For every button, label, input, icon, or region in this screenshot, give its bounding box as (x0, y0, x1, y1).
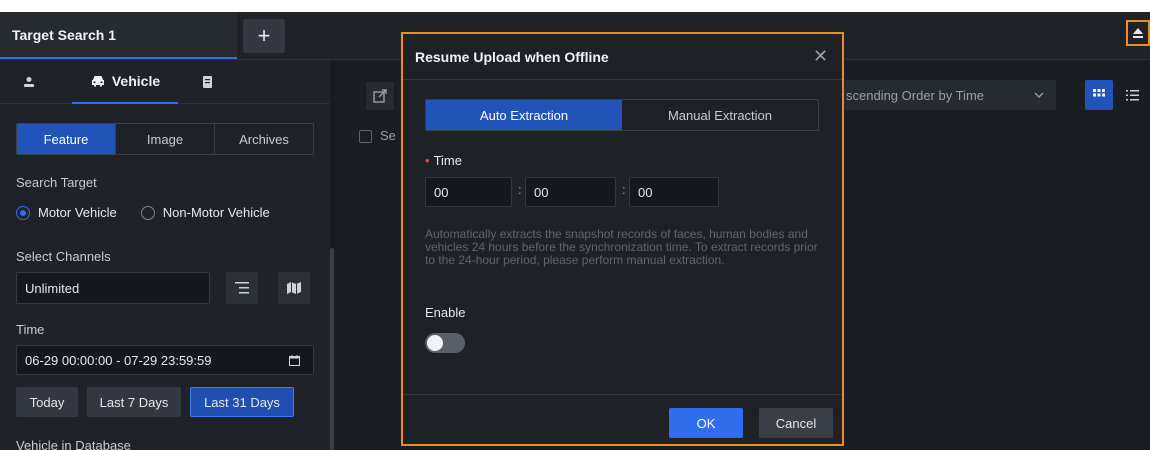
close-icon[interactable]: ✕ (813, 46, 828, 67)
auto-extraction-tab[interactable]: Auto Extraction (426, 100, 622, 130)
time-colon-2: : (622, 182, 626, 197)
select-channels-label: Select Channels (16, 249, 111, 264)
dialog-time-label-row: • Time (425, 153, 462, 168)
sidebar: Vehicle Feature Image Archives Search Ta… (0, 60, 330, 450)
app-window: Target Search 1 + Vehicle Feature Image … (0, 0, 1150, 450)
seconds-input[interactable]: 00 (629, 177, 719, 207)
tab-other[interactable] (194, 60, 220, 104)
export-icon[interactable] (366, 82, 394, 110)
seconds-value: 00 (638, 184, 653, 200)
sort-order-select[interactable]: scending Order by Time (836, 80, 1056, 110)
today-button[interactable]: Today (16, 387, 78, 417)
resume-upload-dialog: Resume Upload when Offline ✕ Auto Extrac… (401, 32, 844, 446)
extraction-mode-switch: Auto Extraction Manual Extraction (425, 99, 819, 131)
channel-map-button[interactable] (278, 272, 310, 304)
sort-order-value: scending Order by Time (846, 87, 985, 103)
document-icon (202, 76, 212, 88)
minutes-input[interactable]: 00 (525, 177, 616, 207)
add-tab-button[interactable]: + (243, 19, 285, 53)
grid-view-button[interactable] (1085, 80, 1113, 110)
required-marker: • (425, 153, 430, 168)
calendar-icon (289, 355, 300, 366)
car-icon (91, 76, 104, 87)
search-target-label: Search Target (16, 175, 97, 190)
radio-motor-vehicle-label: Motor Vehicle (38, 205, 117, 220)
chevron-down-icon (1034, 92, 1044, 98)
hours-input[interactable]: 00 (425, 177, 512, 207)
dialog-title: Resume Upload when Offline (415, 48, 609, 65)
select-all-checkbox[interactable] (359, 130, 372, 143)
channel-list-button[interactable] (226, 272, 258, 304)
search-mode-switch: Feature Image Archives (16, 123, 314, 155)
radio-non-motor-vehicle[interactable] (140, 205, 155, 220)
tab-person[interactable] (14, 60, 44, 104)
hours-value: 00 (434, 184, 449, 200)
tab-target-search[interactable]: Target Search 1 (0, 12, 237, 59)
dialog-header: Resume Upload when Offline (403, 34, 842, 80)
list-icon (1125, 89, 1139, 100)
mode-image[interactable]: Image (116, 124, 215, 154)
grid-icon (1093, 89, 1105, 97)
channels-value: Unlimited (25, 280, 80, 296)
map-icon (287, 282, 301, 294)
cancel-button[interactable]: Cancel (759, 408, 833, 438)
select-all-label: Se (380, 128, 396, 143)
person-icon (24, 76, 34, 87)
vehicle-db-label: Vehicle in Database (16, 438, 131, 450)
ok-button[interactable]: OK (669, 408, 743, 438)
target-radio-group: Motor Vehicle Non-Motor Vehicle (16, 205, 270, 220)
list-tree-icon (235, 282, 249, 294)
tab-label: Target Search 1 (12, 26, 117, 43)
tab-vehicle-label: Vehicle (111, 73, 161, 89)
radio-non-motor-vehicle-label: Non-Motor Vehicle (162, 205, 270, 220)
channels-input[interactable]: Unlimited (16, 272, 210, 304)
manual-extraction-tab[interactable]: Manual Extraction (622, 100, 818, 130)
mode-feature[interactable]: Feature (17, 124, 116, 154)
dialog-time-label: Time (433, 153, 462, 168)
sidebar-scrollbar[interactable] (330, 248, 334, 450)
tab-vehicle[interactable]: Vehicle (72, 60, 178, 104)
enable-label: Enable (425, 305, 466, 320)
extraction-description: Automatically extracts the snapshot reco… (425, 227, 818, 267)
target-type-tabs: Vehicle (0, 60, 330, 104)
last-7-days-button[interactable]: Last 7 Days (87, 387, 181, 417)
eject-icon[interactable] (1126, 20, 1150, 46)
last-31-days-button[interactable]: Last 31 Days (190, 387, 294, 417)
time-colon-1: : (518, 182, 522, 197)
list-view-button[interactable] (1118, 80, 1146, 110)
time-range-value: 06-29 00:00:00 - 07-29 23:59:59 (25, 352, 212, 368)
minutes-value: 00 (534, 184, 549, 200)
enable-toggle[interactable] (425, 333, 465, 353)
time-range-input[interactable]: 06-29 00:00:00 - 07-29 23:59:59 (16, 345, 314, 375)
dialog-footer: OK Cancel (403, 394, 842, 444)
mode-archives[interactable]: Archives (215, 124, 313, 154)
dialog-body: Resume Upload when Offline ✕ Auto Extrac… (403, 34, 842, 444)
radio-motor-vehicle[interactable] (16, 205, 30, 220)
time-label: Time (16, 322, 45, 337)
